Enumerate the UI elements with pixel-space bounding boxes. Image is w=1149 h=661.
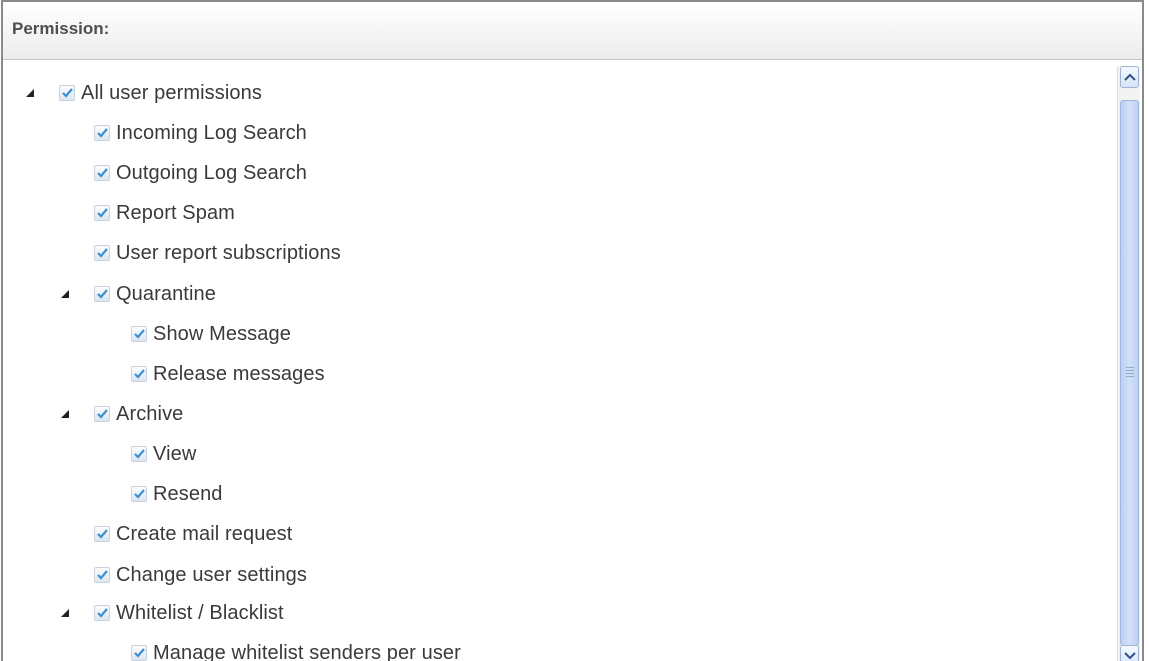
- tree-label: Create mail request: [116, 522, 293, 545]
- checkbox-show-message[interactable]: [131, 326, 147, 342]
- tree-node-all-user-permissions: All user permissions: [3, 78, 703, 108]
- tree-node-release-messages: Release messages: [3, 359, 703, 389]
- checkbox-manage-whitelist-senders[interactable]: [131, 645, 147, 661]
- tree-label: Archive: [116, 402, 184, 425]
- checkmark-icon: [97, 570, 108, 580]
- scroll-down-button[interactable]: [1120, 645, 1139, 661]
- checkmark-icon: [134, 449, 145, 459]
- tree-label: Quarantine: [116, 282, 216, 305]
- checkmark-icon: [62, 88, 73, 98]
- tree-node-archive: Archive: [3, 399, 703, 429]
- checkmark-icon: [97, 168, 108, 178]
- collapse-triangle-icon[interactable]: [61, 290, 69, 298]
- checkbox-outgoing-log-search[interactable]: [94, 165, 110, 181]
- checkbox-view[interactable]: [131, 446, 147, 462]
- scroll-thumb[interactable]: [1120, 100, 1139, 646]
- scroll-up-button[interactable]: [1120, 66, 1139, 88]
- checkbox-quarantine[interactable]: [94, 286, 110, 302]
- tree-label: Manage whitelist senders per user: [153, 641, 461, 661]
- tree-node-report-spam: Report Spam: [3, 198, 703, 228]
- checkbox-user-report-subscriptions[interactable]: [94, 245, 110, 261]
- checkbox-archive[interactable]: [94, 406, 110, 422]
- checkbox-resend[interactable]: [131, 486, 147, 502]
- checkbox-whitelist-blacklist[interactable]: [94, 605, 110, 621]
- checkmark-icon: [97, 128, 108, 138]
- checkbox-create-mail-request[interactable]: [94, 526, 110, 542]
- checkbox-all-user-permissions[interactable]: [59, 85, 75, 101]
- tree-label: Incoming Log Search: [116, 121, 307, 144]
- checkmark-icon: [134, 489, 145, 499]
- tree-node-outgoing-log-search: Outgoing Log Search: [3, 158, 703, 188]
- chevron-down-icon: [1123, 652, 1136, 660]
- tree-node-show-message: Show Message: [3, 319, 703, 349]
- tree-label: Report Spam: [116, 201, 235, 224]
- vertical-scrollbar[interactable]: [1117, 66, 1140, 661]
- tree-label: All user permissions: [81, 81, 262, 104]
- tree-node-create-mail-request: Create mail request: [3, 519, 703, 549]
- tree-label: View: [153, 442, 197, 465]
- checkmark-icon: [97, 289, 108, 299]
- checkmark-icon: [97, 208, 108, 218]
- chevron-up-icon: [1123, 73, 1136, 81]
- permission-panel: Permission: All user permissions Incomin…: [1, 0, 1144, 661]
- checkmark-icon: [97, 608, 108, 618]
- collapse-triangle-icon[interactable]: [61, 609, 69, 617]
- checkbox-report-spam[interactable]: [94, 205, 110, 221]
- panel-title: Permission:: [12, 19, 110, 38]
- tree-node-whitelist-blacklist: Whitelist / Blacklist: [3, 598, 703, 628]
- collapse-triangle-icon[interactable]: [61, 410, 69, 418]
- checkbox-incoming-log-search[interactable]: [94, 125, 110, 141]
- tree-node-change-user-settings: Change user settings: [3, 560, 703, 590]
- tree-node-user-report-subscriptions: User report subscriptions: [3, 238, 703, 268]
- tree-node-incoming-log-search: Incoming Log Search: [3, 118, 703, 148]
- tree-label: Resend: [153, 482, 223, 505]
- checkbox-change-user-settings[interactable]: [94, 567, 110, 583]
- checkmark-icon: [134, 329, 145, 339]
- checkmark-icon: [97, 529, 108, 539]
- collapse-triangle-icon[interactable]: [26, 89, 34, 97]
- permission-tree: All user permissions Incoming Log Search…: [3, 60, 1116, 661]
- tree-node-resend: Resend: [3, 479, 703, 509]
- panel-header: Permission:: [3, 2, 1142, 60]
- tree-label: User report subscriptions: [116, 241, 341, 264]
- checkmark-icon: [97, 248, 108, 258]
- checkbox-release-messages[interactable]: [131, 366, 147, 382]
- tree-label: Release messages: [153, 362, 325, 385]
- tree-node-quarantine: Quarantine: [3, 279, 703, 309]
- tree-label: Change user settings: [116, 563, 308, 586]
- tree-label: Whitelist / Blacklist: [116, 601, 284, 624]
- checkmark-icon: [134, 369, 145, 379]
- checkmark-icon: [134, 648, 145, 658]
- tree-node-view: View: [3, 439, 703, 469]
- tree-node-manage-whitelist-senders: Manage whitelist senders per user: [3, 638, 703, 661]
- checkmark-icon: [97, 409, 108, 419]
- tree-label: Show Message: [153, 322, 291, 345]
- tree-label: Outgoing Log Search: [116, 161, 307, 184]
